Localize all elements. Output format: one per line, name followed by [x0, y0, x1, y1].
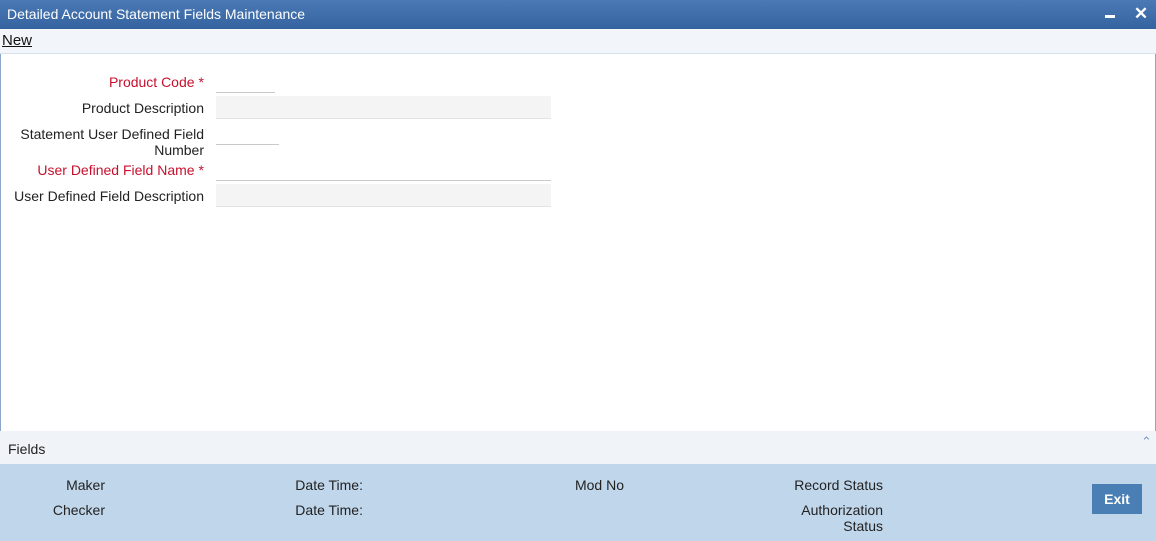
toolbar: New	[0, 29, 1156, 54]
fields-section-bar: Fields ⌃	[0, 431, 1156, 464]
statement-udf-number-label-line2: Number	[154, 142, 204, 158]
udf-description-label: User Defined Field Description	[14, 188, 204, 204]
window-titlebar: Detailed Account Statement Fields Mainte…	[0, 0, 1156, 29]
statement-udf-number-label-line1: Statement User Defined Field	[20, 126, 204, 142]
product-description-field[interactable]	[216, 96, 551, 119]
record-status-label: Record Status	[794, 477, 883, 493]
checker-date-time-label: Date Time:	[295, 502, 363, 518]
product-code-input[interactable]	[216, 74, 275, 93]
product-code-label: Product Code *	[109, 74, 204, 90]
authorization-status-line2: Status	[843, 518, 883, 534]
audit-footer	[0, 464, 1156, 541]
new-link[interactable]: New	[2, 32, 32, 49]
product-code-label-text: Product Code	[108, 74, 195, 90]
udf-name-label-text: User Defined Field Name	[37, 162, 195, 178]
udf-name-input[interactable]	[216, 162, 551, 181]
statement-udf-number-label: Statement User Defined Field Number	[20, 126, 204, 158]
window-title: Detailed Account Statement Fields Mainte…	[7, 6, 306, 22]
statement-udf-number-input[interactable]	[216, 126, 279, 145]
fields-section-label: Fields	[8, 441, 46, 457]
chevron-up-icon[interactable]: ⌃	[1141, 434, 1152, 450]
required-marker: *	[198, 74, 204, 90]
maker-date-time-label: Date Time:	[295, 477, 363, 493]
maker-label: Maker	[66, 477, 105, 493]
authorization-status-label: Authorization Status	[773, 502, 883, 534]
udf-description-field[interactable]	[216, 184, 551, 207]
udf-name-label: User Defined Field Name *	[37, 162, 204, 178]
product-description-label: Product Description	[81, 100, 204, 116]
authorization-status-line1: Authorization	[801, 502, 883, 518]
minimize-icon[interactable]	[1101, 5, 1119, 23]
exit-button[interactable]: Exit	[1092, 484, 1142, 514]
required-marker: *	[198, 162, 204, 178]
checker-label: Checker	[52, 502, 105, 518]
mod-no-label: Mod No	[574, 477, 624, 493]
close-icon[interactable]: ✕	[1132, 5, 1150, 23]
